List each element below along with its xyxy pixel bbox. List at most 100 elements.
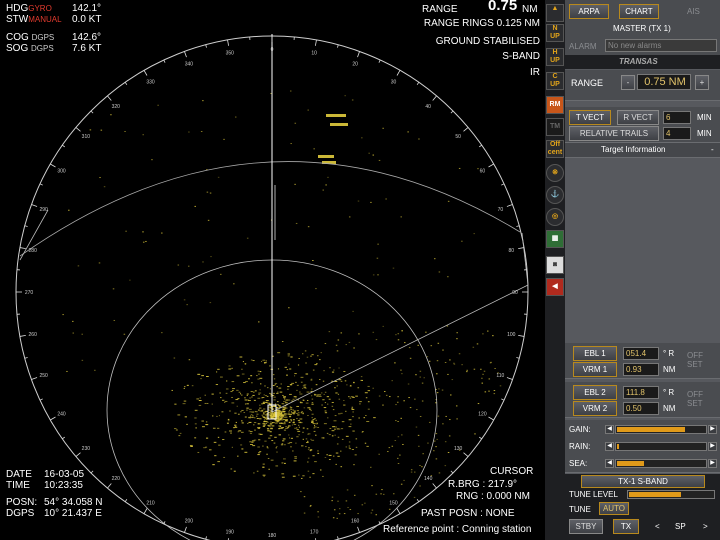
radar-echo — [409, 407, 412, 409]
range-decrease-button[interactable]: - — [621, 75, 635, 90]
ais-tab[interactable]: AIS — [687, 7, 700, 16]
gain-slider[interactable] — [615, 425, 707, 434]
radar-echo — [287, 426, 290, 428]
map-icon[interactable]: ▦ — [546, 230, 564, 248]
vrm2-button[interactable]: VRM 2 — [573, 401, 617, 416]
radar-echo — [303, 407, 306, 409]
radar-echo — [210, 256, 212, 258]
radar-echo — [314, 425, 316, 427]
radar-echo — [233, 283, 235, 285]
vrm2-field[interactable]: 0.50 — [623, 402, 659, 415]
radar-echo — [332, 455, 335, 457]
radar-echo — [357, 513, 359, 515]
true-vector-button[interactable]: T VECT — [569, 110, 611, 125]
control-panel: ARPA CHART AIS MASTER (TX 1) ALARM No ne… — [565, 0, 720, 540]
standby-button[interactable]: STBY — [569, 519, 603, 534]
radar-echo — [361, 137, 363, 139]
sp-left-arrow[interactable]: < — [655, 522, 660, 531]
radar-echo — [94, 369, 96, 371]
arpa-tab[interactable]: ARPA — [569, 4, 609, 19]
radar-echo — [216, 371, 218, 373]
h-up-button[interactable]: H UP — [546, 48, 564, 66]
relative-vector-button[interactable]: R VECT — [617, 110, 659, 125]
vector-time-field[interactable]: 6 — [663, 111, 691, 124]
radar-echo — [298, 474, 300, 476]
ebl-arc — [19, 161, 521, 257]
tm-button[interactable]: TM — [546, 118, 564, 136]
sea-slider[interactable] — [615, 459, 707, 468]
radar-echo — [273, 442, 276, 444]
n-up-button[interactable]: N UP — [546, 24, 564, 42]
radar-echo — [257, 446, 260, 448]
radar-echo — [352, 416, 354, 418]
alarm-field: No new alarms — [605, 39, 717, 52]
vrm1-field[interactable]: 0.93 — [623, 363, 659, 376]
radar-echo — [269, 388, 272, 390]
target-icon[interactable]: ⊗ — [546, 164, 564, 182]
rm-button[interactable]: RM — [546, 96, 564, 114]
radar-echo — [258, 321, 260, 323]
range-increase-button[interactable]: + — [695, 75, 709, 90]
radar-echo — [204, 402, 207, 404]
tx-band-button[interactable]: TX-1 S-BAND — [581, 475, 705, 488]
radar-echo — [266, 447, 269, 449]
target-info-bar[interactable]: Target Information - — [565, 143, 720, 158]
radar-echo — [270, 428, 273, 430]
c-up-button[interactable]: C UP — [546, 72, 564, 90]
radar-echo — [309, 505, 312, 507]
radar-echo — [194, 205, 196, 207]
rain-slider[interactable] — [615, 442, 707, 451]
ebl2-button[interactable]: EBL 2 — [573, 385, 617, 400]
radar-echo — [348, 426, 352, 428]
radar-echo — [482, 373, 484, 375]
ebl2-offset-button[interactable]: OFF SET — [687, 390, 713, 408]
radar-echo — [352, 310, 354, 312]
radar-echo — [302, 399, 304, 401]
chart-tab[interactable]: CHART — [619, 4, 659, 19]
door-icon[interactable]: ⧈ — [546, 256, 564, 274]
radar-echo — [392, 267, 395, 269]
radar-echo — [290, 407, 293, 409]
ebl2-field[interactable]: 111.8 — [623, 386, 659, 399]
radar-display[interactable]: 0 10 20 30 40 50 60 70 80 90 100 110 120 130 140 150 160… — [0, 0, 545, 540]
sea-decrease-icon[interactable]: ◀ — [605, 459, 614, 468]
stw-readout: STWMANUAL — [6, 14, 62, 25]
relative-trails-button[interactable]: RELATIVE TRAILS — [569, 126, 659, 141]
ebl1-field[interactable]: 051.4 — [623, 347, 659, 360]
radar-echo — [353, 464, 355, 466]
radar-echo — [403, 479, 405, 481]
radar-echo — [293, 412, 296, 414]
radar-echo — [336, 517, 338, 519]
radar-echo — [266, 446, 269, 448]
radar-echo — [300, 381, 303, 383]
bearing-tick — [107, 95, 112, 101]
radar-echo — [280, 418, 283, 420]
gain-decrease-icon[interactable]: ◀ — [605, 425, 614, 434]
posn-label: POSN: — [6, 497, 38, 508]
off-centre-button[interactable]: Off cent — [546, 140, 564, 158]
sound-icon[interactable]: ◀ — [546, 278, 564, 296]
radar-echo — [265, 360, 267, 362]
date-value: 16-03-05 — [44, 469, 85, 480]
radar-echo — [212, 464, 215, 466]
transmit-button[interactable]: TX — [613, 519, 639, 534]
rain-decrease-icon[interactable]: ◀ — [605, 442, 614, 451]
ebl1-offset-button[interactable]: OFF SET — [687, 351, 713, 369]
radar-echo — [241, 448, 244, 450]
radar-echo — [388, 508, 391, 510]
sp-right-arrow[interactable]: > — [703, 522, 708, 531]
vrm1-button[interactable]: VRM 1 — [573, 362, 617, 377]
collapse-icon[interactable]: ▲ — [546, 4, 564, 22]
ebl1-button[interactable]: EBL 1 — [573, 346, 617, 361]
gain-increase-icon[interactable]: ▶ — [708, 425, 717, 434]
radar-echo — [417, 344, 419, 346]
rain-increase-icon[interactable]: ▶ — [708, 442, 717, 451]
bearing-tick — [416, 499, 420, 502]
target-info-toggle[interactable]: - — [711, 145, 714, 154]
tune-auto-button[interactable]: AUTO — [599, 502, 629, 515]
radar-echo — [290, 420, 293, 422]
trails-time-field[interactable]: 4 — [663, 127, 691, 140]
ring-icon[interactable]: ◎ — [546, 208, 564, 226]
sea-increase-icon[interactable]: ▶ — [708, 459, 717, 468]
anchor-icon[interactable]: ⚓ — [546, 186, 564, 204]
